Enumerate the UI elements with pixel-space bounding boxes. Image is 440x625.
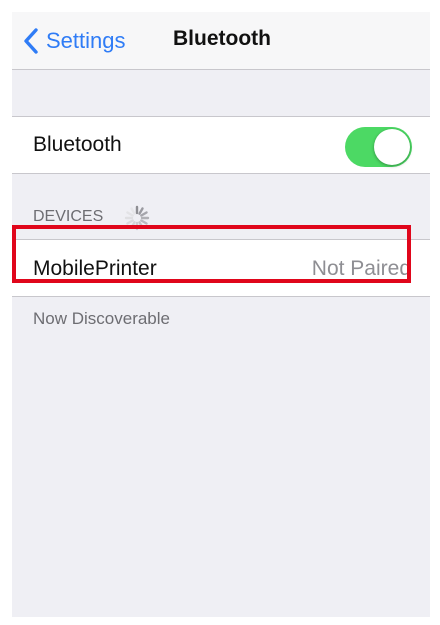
page-title: Bluetooth: [173, 27, 271, 50]
discoverable-note: Now Discoverable: [33, 309, 170, 328]
navigation-bar: Settings Bluetooth: [12, 12, 430, 70]
devices-section-header: DEVICES: [33, 208, 104, 225]
bluetooth-settings-screen: Settings Bluetooth Bluetooth DEVICES Mob…: [12, 12, 430, 617]
bluetooth-toggle-row: Bluetooth: [12, 116, 430, 174]
bluetooth-switch[interactable]: [345, 127, 412, 167]
device-row-mobileprinter[interactable]: MobilePrinter Not Paired: [12, 239, 430, 297]
chevron-left-icon: [24, 28, 38, 54]
back-button-label: Settings: [46, 28, 126, 53]
bluetooth-toggle-label: Bluetooth: [33, 133, 122, 156]
switch-knob: [374, 129, 410, 165]
back-button[interactable]: Settings: [22, 25, 126, 57]
device-status: Not Paired: [311, 257, 411, 280]
spinner-icon: [124, 205, 150, 231]
device-name: MobilePrinter: [33, 257, 157, 280]
